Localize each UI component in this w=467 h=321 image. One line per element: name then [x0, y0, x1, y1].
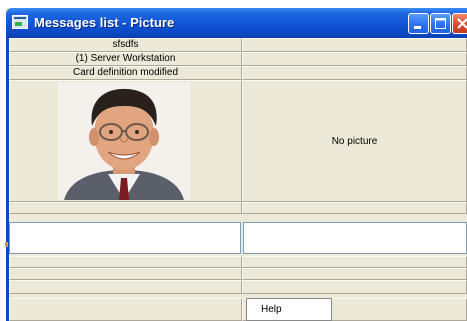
picture-cell-right[interactable]: No picture [242, 80, 467, 202]
grid-cell[interactable] [9, 256, 242, 268]
message-text: sfsdfs [112, 39, 139, 50]
grid-cell[interactable] [242, 268, 467, 280]
title-bar[interactable]: Messages list - Picture [6, 8, 467, 38]
grid-cell-message[interactable]: sfsdfs [9, 38, 242, 52]
maximize-icon [435, 18, 446, 29]
picture-cell-left[interactable] [9, 80, 242, 202]
event-text: Card definition modified [72, 67, 179, 78]
messages-grid: sfsdfs (1) Server Workstation Card defin… [6, 38, 467, 321]
close-button[interactable] [452, 13, 467, 34]
no-picture-label: No picture [331, 135, 378, 147]
desktop-strip [0, 0, 467, 8]
person-photo [58, 82, 190, 200]
messages-list-window: Messages list - Picture sfsdfs (1) Serve… [6, 8, 467, 321]
selection-marker [5, 242, 8, 247]
text-field-right[interactable] [243, 222, 467, 254]
grid-cell[interactable] [242, 202, 467, 214]
minimize-icon [414, 26, 421, 29]
grid-cell[interactable] [242, 66, 467, 80]
grid-cell[interactable] [242, 52, 467, 66]
minimize-button[interactable] [408, 13, 429, 34]
text-field-left[interactable] [9, 222, 241, 254]
menu-item-help[interactable]: Help [261, 304, 282, 315]
grid-cell[interactable] [242, 38, 467, 52]
close-icon [457, 18, 467, 29]
grid-cell[interactable] [242, 256, 467, 268]
workstation-text: (1) Server Workstation [75, 53, 176, 64]
grid-cell-event[interactable]: Card definition modified [9, 66, 242, 80]
grid-cell[interactable] [242, 280, 467, 294]
grid-cell[interactable] [9, 280, 242, 294]
grid-cell-workstation[interactable]: (1) Server Workstation [9, 52, 242, 66]
maximize-button[interactable] [430, 13, 451, 34]
app-window-icon [12, 15, 28, 29]
grid-cell[interactable] [9, 298, 242, 321]
grid-cell[interactable] [9, 268, 242, 280]
context-menu: Help [246, 298, 332, 321]
grid-cell[interactable] [9, 202, 242, 214]
window-title: Messages list - Picture [34, 15, 175, 30]
